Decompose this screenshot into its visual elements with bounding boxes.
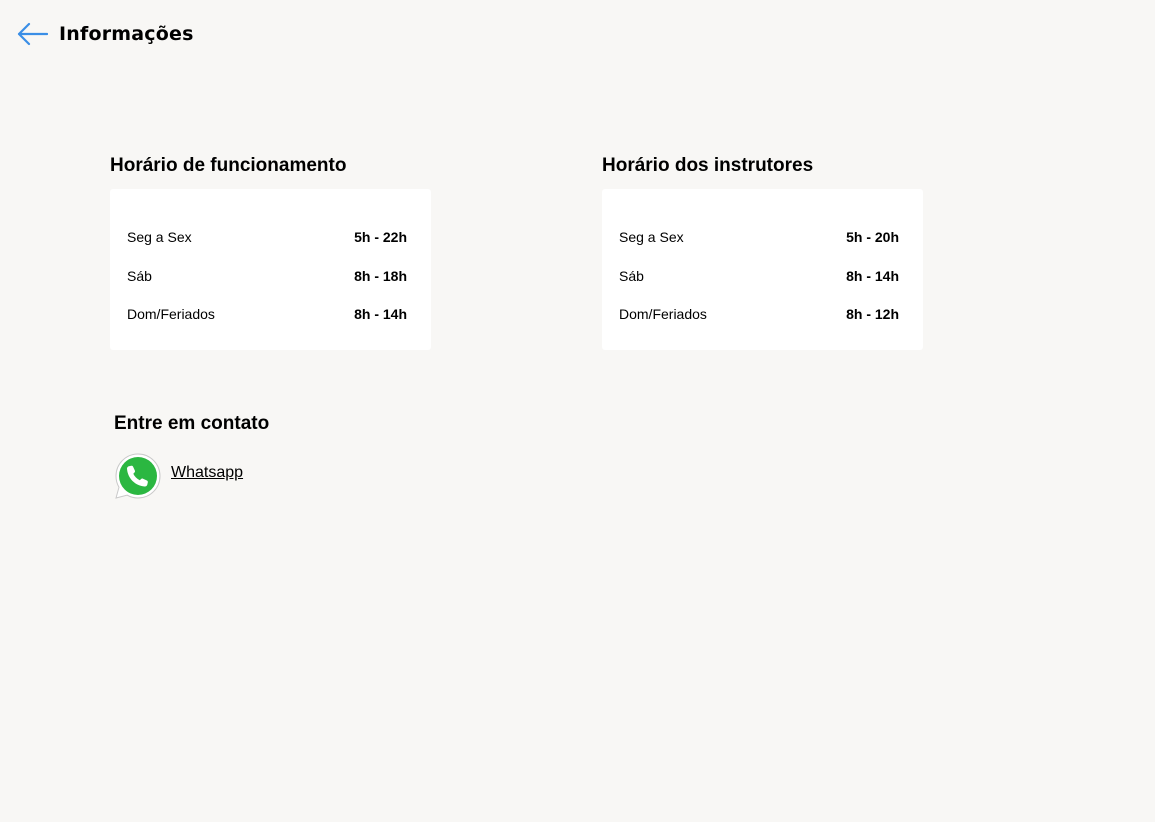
schedule-day: Dom/Feriados [619, 306, 707, 323]
instructor-hours-title: Horário dos instrutores [602, 155, 814, 176]
schedule-day: Seg a Sex [619, 229, 684, 246]
schedule-row: Dom/Feriados 8h - 14h [127, 295, 407, 334]
schedule-hours: 8h - 12h [846, 306, 899, 323]
schedule-hours: 8h - 18h [354, 267, 407, 284]
schedule-row: Sáb 8h - 14h [619, 257, 899, 296]
schedule-day: Sáb [619, 267, 644, 284]
whatsapp-contact[interactable]: Whatsapp [114, 452, 243, 500]
schedule-hours: 8h - 14h [354, 306, 407, 323]
whatsapp-link[interactable]: Whatsapp [171, 464, 243, 482]
whatsapp-icon[interactable] [114, 452, 162, 500]
schedule-day: Seg a Sex [127, 229, 192, 246]
schedule-row: Sáb 8h - 18h [127, 257, 407, 296]
schedule-day: Dom/Feriados [127, 306, 215, 323]
schedule-hours: 5h - 20h [846, 229, 899, 246]
back-button[interactable] [16, 18, 50, 50]
schedule-hours: 5h - 22h [354, 229, 407, 246]
operating-hours-title: Horário de funcionamento [110, 155, 347, 176]
operating-hours-card: Seg a Sex 5h - 22h Sáb 8h - 18h Dom/Feri… [110, 189, 431, 350]
schedule-row: Seg a Sex 5h - 22h [127, 218, 407, 257]
schedule-row: Dom/Feriados 8h - 12h [619, 295, 899, 334]
header: Informações [16, 18, 194, 50]
page-title: Informações [59, 23, 194, 45]
schedule-day: Sáb [127, 267, 152, 284]
instructor-hours-card: Seg a Sex 5h - 20h Sáb 8h - 14h Dom/Feri… [602, 189, 923, 350]
schedule-row: Seg a Sex 5h - 20h [619, 218, 899, 257]
contact-title: Entre em contato [114, 413, 270, 434]
arrow-left-icon [17, 22, 48, 46]
schedule-hours: 8h - 14h [846, 267, 899, 284]
